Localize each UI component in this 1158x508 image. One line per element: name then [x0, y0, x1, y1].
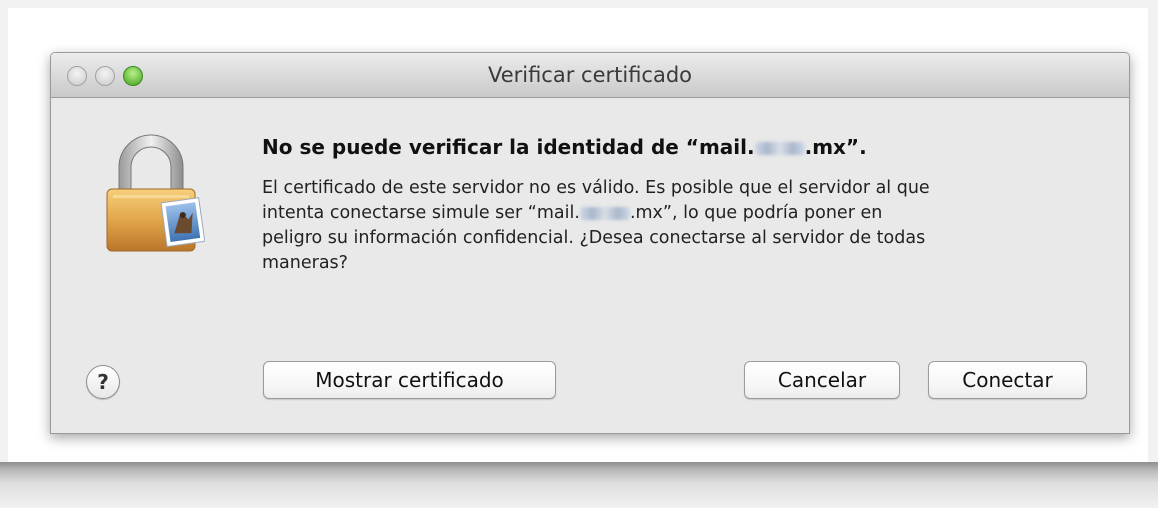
- show-certificate-button[interactable]: Mostrar certificado: [263, 361, 556, 399]
- connect-button[interactable]: Conectar: [928, 361, 1087, 399]
- message-line-1: El certificado de este servidor no es vá…: [262, 178, 930, 198]
- title-bar[interactable]: Verificar certificado: [51, 53, 1129, 98]
- message-line-2-suffix: .mx”, lo que podría poner en: [629, 203, 883, 223]
- message-line-4: maneras?: [262, 253, 348, 273]
- help-icon[interactable]: ?: [86, 365, 120, 399]
- page-shadow: [0, 462, 1158, 508]
- certificate-dialog: Verificar certificado No se puede verifi…: [50, 52, 1130, 434]
- window-title: Verificar certificado: [487, 63, 693, 87]
- lock-icon: [101, 131, 206, 263]
- heading-suffix: .mx”.: [804, 135, 867, 159]
- dialog-heading: No se puede verificar la identidad de “m…: [262, 135, 1082, 159]
- message-line-3: peligro su información confidencial. ¿De…: [262, 228, 926, 248]
- message-line-2-prefix: intenta conectarse simule ser “mail.: [262, 203, 580, 223]
- redacted-domain-inline: [579, 206, 630, 220]
- heading-prefix: No se puede verificar la identidad de “m…: [262, 135, 755, 159]
- redacted-domain: [754, 142, 805, 155]
- dialog-message: El certificado de este servidor no es vá…: [262, 176, 1082, 276]
- cancel-button[interactable]: Cancelar: [744, 361, 900, 399]
- message-line-2: intenta conectarse simule ser “mail. .mx”…: [262, 201, 1082, 226]
